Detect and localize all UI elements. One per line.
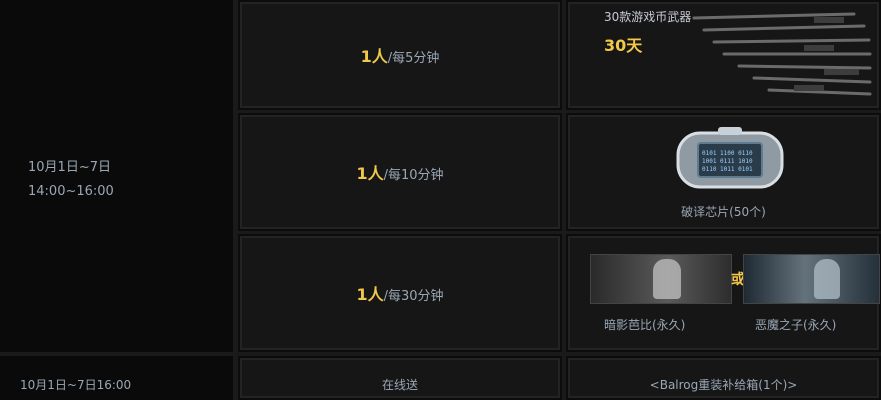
bottom-reward-cell: <Balrog重装补给箱(1个)> xyxy=(566,356,881,400)
rate-unit-2: /每10分钟 xyxy=(383,168,444,183)
rate-cell-1: 1人/每5分钟 xyxy=(238,0,562,110)
rate-num-3: 1人 xyxy=(356,285,384,304)
weapons-title: 30款游戏币武器 xyxy=(604,10,692,24)
date-range: 10月1日~7日 xyxy=(28,160,111,175)
reward-character-cell: 或 暗影芭比(永久) 恶魔之子(永久) xyxy=(566,234,881,352)
rate-num-1: 1人 xyxy=(360,47,388,66)
chip-label: 破译芯片(50个) xyxy=(681,205,766,219)
bottom-date: 10月1日~7日16:00 xyxy=(20,378,132,392)
bottom-mode-cell: 在线送 xyxy=(238,356,562,400)
rate-cell-2: 1人/每10分钟 xyxy=(238,113,562,231)
chip-device-icon: 0101 1100 0110 1001 0111 1010 0110 1011 … xyxy=(676,127,784,189)
bottom-reward: <Balrog重装补给箱(1个)> xyxy=(649,377,798,392)
weapons-image xyxy=(692,12,872,96)
time-range: 14:00~16:00 xyxy=(28,184,114,199)
svg-text:0110 1011 0101: 0110 1011 0101 xyxy=(702,166,753,173)
rate-unit-1: /每5分钟 xyxy=(387,51,440,66)
schedule-date-cell: 10月1日~7日 14:00~16:00 xyxy=(0,0,233,352)
character-label-1: 暗影芭比(永久) xyxy=(604,318,686,332)
reward-weapons-cell: 30款游戏币武器 30天 xyxy=(566,0,881,110)
character-image-2 xyxy=(743,254,880,304)
character-image-1 xyxy=(590,254,732,304)
character-label-2: 恶魔之子(永久) xyxy=(755,318,837,332)
weapons-days: 30天 xyxy=(604,36,643,55)
svg-text:0101 1100 0110: 0101 1100 0110 xyxy=(702,150,753,157)
bottom-date-cell: 10月1日~7日16:00 xyxy=(0,356,233,400)
rate-cell-3: 1人/每30分钟 xyxy=(238,234,562,352)
rate-unit-3: /每30分钟 xyxy=(383,289,444,304)
svg-text:1001 0111 1010: 1001 0111 1010 xyxy=(702,158,753,165)
rate-num-2: 1人 xyxy=(356,164,384,183)
reward-chip-cell: 0101 1100 0110 1001 0111 1010 0110 1011 … xyxy=(566,113,881,231)
bottom-mode: 在线送 xyxy=(381,377,418,392)
